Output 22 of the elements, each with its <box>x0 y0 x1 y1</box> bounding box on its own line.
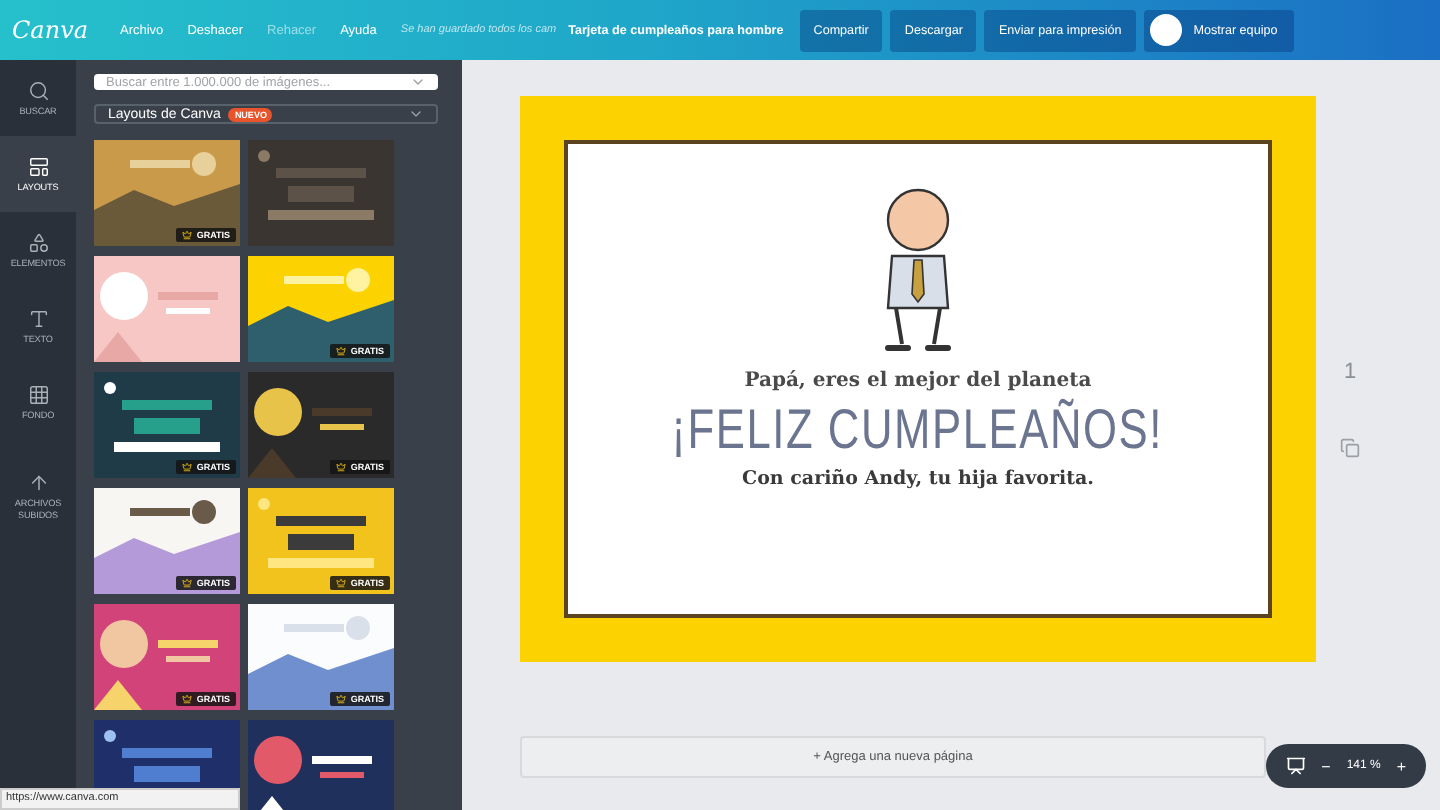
card-headline: ¡FELIZ CUMPLEAÑOS! <box>672 398 1164 462</box>
crown-icon <box>336 462 347 472</box>
crown-icon <box>182 462 193 472</box>
crown-icon <box>182 230 193 240</box>
up-arrow-icon <box>27 472 49 494</box>
zoom-out-button[interactable]: − <box>1321 757 1331 775</box>
crown-icon <box>336 578 347 588</box>
crown-icon <box>336 694 347 704</box>
zoom-in-button[interactable]: + <box>1396 757 1406 775</box>
shapes-icon <box>27 231 49 254</box>
pattern-icon <box>27 383 49 406</box>
page-number: 1 <box>1343 360 1357 384</box>
presentation-icon[interactable] <box>1285 756 1306 776</box>
avatar-icon <box>1149 14 1182 46</box>
search-icon <box>27 79 49 102</box>
card-subtitle: Papá, eres el mejor del planeta <box>744 370 1092 392</box>
crown-icon <box>336 346 347 356</box>
card-signature: Con cariño Andy, tu hija favorita. <box>742 468 1094 490</box>
crown-icon <box>182 694 193 704</box>
layout-icon <box>27 155 49 178</box>
crown-icon <box>182 578 193 588</box>
text-icon <box>27 307 49 330</box>
